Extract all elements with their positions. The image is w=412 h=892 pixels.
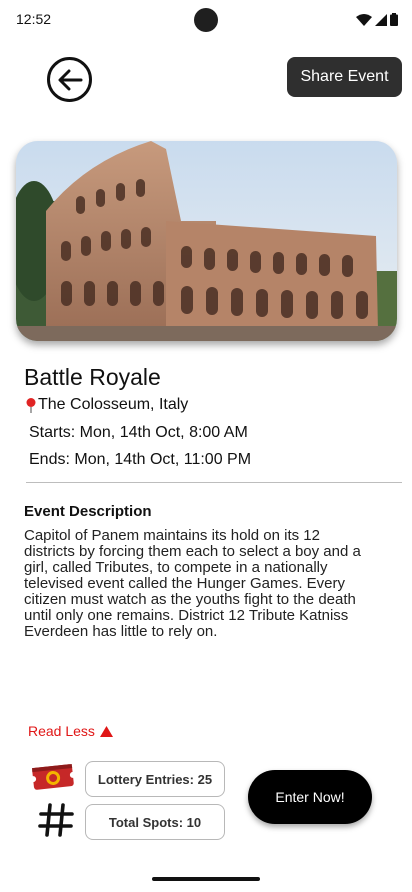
colosseum-image [16, 141, 397, 341]
event-location: The Colosseum, Italy [24, 396, 188, 414]
status-time: 12:52 [16, 11, 52, 27]
ticket-icon [30, 763, 76, 790]
enter-now-button[interactable]: Enter Now! [248, 770, 372, 824]
event-hero-image [16, 141, 397, 341]
status-bar: 12:52 [0, 0, 412, 40]
divider [26, 482, 402, 483]
arrow-left-icon [58, 69, 82, 90]
camera-cutout [194, 8, 218, 32]
description-heading: Event Description [24, 503, 152, 520]
share-event-button[interactable]: Share Event [287, 57, 402, 97]
wifi-icon [356, 13, 372, 26]
location-text: The Colosseum, Italy [38, 396, 189, 413]
map-pin-icon [26, 397, 36, 413]
signal-icon [375, 13, 387, 26]
description-body: Capitol of Panem maintains its hold on i… [24, 527, 361, 640]
battery-icon [390, 13, 398, 26]
lottery-entries-badge: Lottery Entries: 25 [85, 761, 225, 797]
total-spots-badge: Total Spots: 10 [85, 804, 225, 840]
triangle-up-icon [99, 725, 113, 737]
hash-icon [38, 803, 74, 837]
event-title: Battle Royale [24, 364, 161, 390]
read-less-toggle[interactable]: Read Less [28, 723, 113, 739]
home-indicator[interactable] [152, 877, 260, 881]
back-button[interactable] [47, 57, 92, 102]
status-icons [356, 13, 398, 26]
read-less-label: Read Less [28, 723, 95, 739]
event-start-time: Starts: Mon, 14th Oct, 8:00 AM [29, 424, 248, 441]
event-end-time: Ends: Mon, 14th Oct, 11:00 PM [29, 451, 252, 468]
